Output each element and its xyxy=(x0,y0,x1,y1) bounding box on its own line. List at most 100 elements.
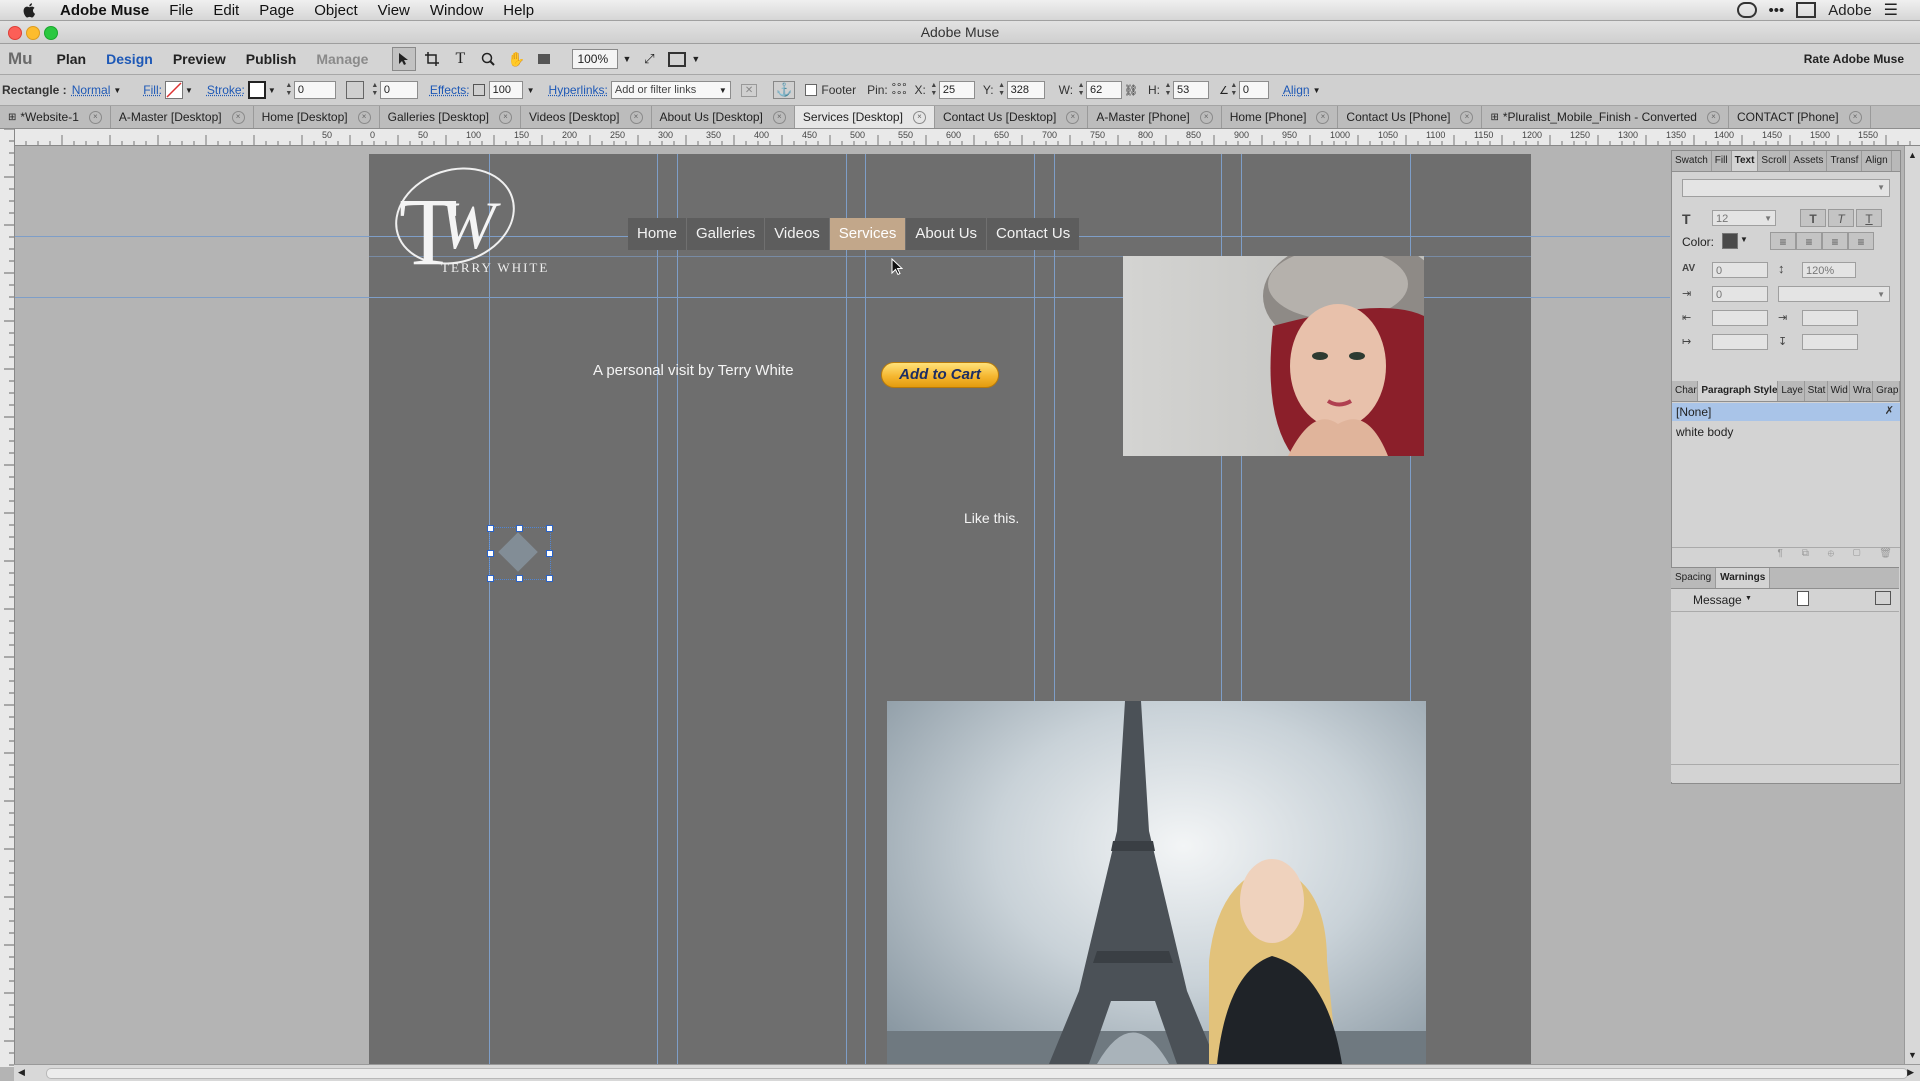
fill-dropdown-icon[interactable]: ▼ xyxy=(185,86,193,95)
tab-assets[interactable]: Assets xyxy=(1790,151,1828,171)
tab-spacing[interactable]: Spacing xyxy=(1671,568,1717,588)
tab-character-styles[interactable]: Char xyxy=(1672,381,1699,401)
menu-window[interactable]: Window xyxy=(420,2,493,19)
site-logo[interactable]: T W TW TERRY WHITE xyxy=(387,160,547,285)
tab-warnings[interactable]: Warnings xyxy=(1716,568,1771,588)
space-before-field[interactable]: 0 xyxy=(1712,286,1768,302)
effects-label[interactable]: Effects: xyxy=(430,83,470,97)
paragraph-option-dropdown[interactable]: ▼ xyxy=(1778,286,1890,302)
anchor-icon[interactable]: ⚓ xyxy=(773,81,796,99)
eiffel-tower-portrait-image[interactable] xyxy=(887,701,1426,1064)
crop-tool-icon[interactable] xyxy=(420,47,444,71)
stroke-label[interactable]: Stroke: xyxy=(207,83,245,97)
resize-handle[interactable] xyxy=(487,550,494,557)
resize-handle[interactable] xyxy=(487,525,494,532)
close-tab-icon[interactable]: × xyxy=(1848,110,1862,124)
hyperlinks-label[interactable]: Hyperlinks: xyxy=(549,83,608,97)
hyperlinks-input[interactable]: Add or filter links xyxy=(610,81,731,99)
adobe-menu[interactable]: Adobe xyxy=(1828,2,1871,19)
justify-button[interactable]: ≡ xyxy=(1848,232,1874,250)
w-field[interactable]: 62 xyxy=(1086,81,1123,99)
tab-a-master-phone[interactable]: A-Master [Phone] × xyxy=(1088,106,1222,128)
resize-handle[interactable] xyxy=(516,525,523,532)
y-field[interactable]: 328 xyxy=(1006,81,1045,99)
stroke-width-field[interactable]: 0 xyxy=(293,81,336,99)
mode-preview[interactable]: Preview xyxy=(163,51,236,67)
close-tab-icon[interactable]: × xyxy=(1706,110,1720,124)
close-tab-icon[interactable]: × xyxy=(1460,110,1474,124)
add-to-cart-button[interactable]: Add to Cart xyxy=(881,362,999,388)
align-right-button[interactable]: ≡ xyxy=(1822,232,1848,250)
x-field[interactable]: 25 xyxy=(938,81,975,99)
text-color-swatch[interactable] xyxy=(1722,233,1738,249)
tab-contact-phone[interactable]: CONTACT [Phone] × xyxy=(1729,106,1871,128)
indent-left-field[interactable] xyxy=(1712,310,1768,326)
apple-icon[interactable] xyxy=(22,2,38,18)
opacity-dropdown-icon[interactable]: ▼ xyxy=(527,86,535,95)
paragraph-style-item-white-body[interactable]: white body xyxy=(1672,423,1900,441)
rate-adobe-muse-link[interactable]: Rate Adobe Muse xyxy=(1804,52,1920,66)
font-size-field[interactable]: 12 ▼ xyxy=(1712,210,1776,226)
corner-radius-stepper[interactable]: ▲ ▼ 0 xyxy=(370,81,418,99)
vertical-scrollbar[interactable]: ▲ ▼ xyxy=(1904,146,1920,1064)
resize-handle[interactable] xyxy=(546,550,553,557)
panel-options-icon[interactable] xyxy=(1875,591,1891,605)
tab-fill[interactable]: Fill xyxy=(1712,151,1732,171)
tab-home-phone[interactable]: Home [Phone] × xyxy=(1222,106,1339,128)
underline-button[interactable]: T xyxy=(1856,209,1882,227)
design-canvas[interactable]: T W TW TERRY WHITE Home Galleries Videos… xyxy=(15,146,1670,1064)
text-tool-icon[interactable]: T xyxy=(448,47,472,71)
fur-hat-portrait-image[interactable] xyxy=(1123,256,1424,456)
horizontal-ruler[interactable]: 50 0 50 100 150 200 250 300 350 400 450 500 550 600 65… xyxy=(14,129,1920,146)
footer-checkbox[interactable] xyxy=(805,84,818,96)
zoom-level-field[interactable]: 100% xyxy=(572,49,619,69)
mode-design[interactable]: Design xyxy=(96,51,163,67)
stroke-dropdown-icon[interactable]: ▼ xyxy=(268,86,276,95)
nav-galleries[interactable]: Galleries xyxy=(687,218,766,250)
selected-widget-frame[interactable] xyxy=(487,525,553,582)
scroll-right-icon[interactable]: ▶ xyxy=(1907,1067,1914,1078)
close-tab-icon[interactable]: × xyxy=(1199,110,1213,124)
app-menu[interactable]: Adobe Muse xyxy=(50,2,159,19)
mode-manage[interactable]: Manage xyxy=(306,51,378,67)
resize-handle[interactable] xyxy=(546,525,553,532)
tab-pluralist-mobile[interactable]: ⊞ *Pluralist_Mobile_Finish - Converted × xyxy=(1482,106,1729,128)
like-this-text[interactable]: Like this. xyxy=(964,510,1019,526)
clear-style-icon[interactable]: ✗ xyxy=(1885,404,1894,417)
close-tab-icon[interactable]: × xyxy=(231,110,245,124)
indent-right-field[interactable] xyxy=(1802,310,1858,326)
tab-graphic-styles[interactable]: Grap xyxy=(1873,381,1900,401)
zoom-tool-icon[interactable] xyxy=(476,47,500,71)
page-icon[interactable] xyxy=(1797,591,1809,606)
constrain-proportions-icon[interactable]: ⛓ xyxy=(1124,84,1138,97)
first-line-indent-field[interactable] xyxy=(1712,334,1768,350)
more-icon[interactable]: ••• xyxy=(1769,2,1785,19)
selection-tool-icon[interactable] xyxy=(392,47,417,71)
tab-videos-desktop[interactable]: Videos [Desktop] × xyxy=(521,106,652,128)
close-tab-icon[interactable]: × xyxy=(772,110,786,124)
clear-link-icon[interactable]: ✕ xyxy=(740,83,758,97)
opacity-field[interactable]: 100 xyxy=(488,81,523,99)
tracking-field[interactable]: 0 xyxy=(1712,262,1768,278)
fill-swatch[interactable] xyxy=(164,81,183,99)
display-icon[interactable] xyxy=(1796,2,1817,18)
nav-contact-us[interactable]: Contact Us xyxy=(987,218,1079,250)
personal-visit-text[interactable]: A personal visit by Terry White xyxy=(593,362,794,379)
message-dropdown-icon[interactable]: ▼ xyxy=(1745,595,1752,602)
close-tab-icon[interactable]: × xyxy=(1316,110,1330,124)
tab-widgets[interactable]: Wid xyxy=(1828,381,1850,401)
stroke-swatch[interactable] xyxy=(247,81,266,99)
hand-tool-icon[interactable]: ✋ xyxy=(504,47,528,71)
mode-publish[interactable]: Publish xyxy=(236,51,307,67)
nav-home[interactable]: Home xyxy=(628,218,688,250)
tab-contact-us-phone[interactable]: Contact Us [Phone] × xyxy=(1338,106,1483,128)
align-dropdown-icon[interactable]: ▼ xyxy=(1313,86,1321,95)
space-after-field[interactable] xyxy=(1802,334,1858,350)
close-tab-icon[interactable]: × xyxy=(88,110,102,124)
close-tab-icon[interactable]: × xyxy=(629,110,643,124)
hyperlinks-dropdown-icon[interactable]: ▼ xyxy=(719,86,727,95)
pin-grid-icon[interactable]: ∘∘∘ ∘∘∘ xyxy=(891,81,908,99)
message-dropdown[interactable]: Message xyxy=(1693,593,1742,607)
tab-paragraph-styles[interactable]: Paragraph Styles xyxy=(1698,381,1779,401)
stroke-width-stepper[interactable]: ▲ ▼ 0 xyxy=(284,81,336,99)
